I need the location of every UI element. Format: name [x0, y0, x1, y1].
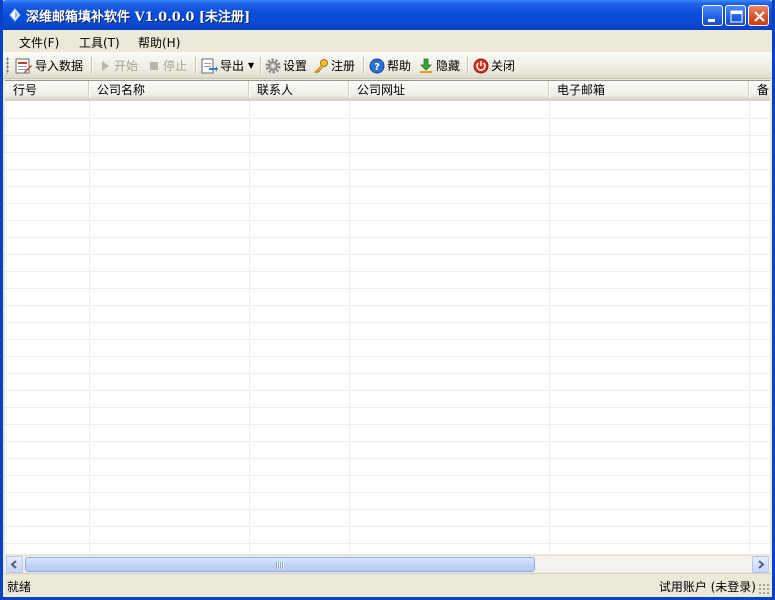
svg-text:?: ?	[374, 62, 380, 73]
menu-help[interactable]: 帮助(H)	[134, 33, 184, 52]
app-icon	[9, 8, 21, 22]
help-label: 帮助	[387, 59, 412, 73]
chevron-left-icon	[10, 560, 17, 569]
data-grid[interactable]: 行号 公司名称 联系人 公司网址 电子邮箱 备注	[5, 80, 770, 554]
menu-bar: 文件(F) 工具(T) 帮助(H)	[3, 30, 772, 52]
start-label: 开始	[114, 59, 139, 73]
minimize-button[interactable]	[702, 5, 723, 26]
toolbar-separator	[467, 57, 469, 74]
resize-grip[interactable]	[758, 583, 770, 595]
key-icon	[314, 58, 328, 74]
column-header-contact[interactable]: 联系人	[249, 81, 350, 101]
column-header-email[interactable]: 电子邮箱	[549, 81, 750, 101]
close-button[interactable]	[748, 5, 769, 26]
maximize-icon	[730, 10, 743, 23]
menu-file[interactable]: 文件(F)	[15, 33, 63, 52]
grid-column-line	[89, 102, 90, 554]
toolbar-separator	[260, 57, 262, 74]
toolbar-separator	[363, 57, 365, 74]
column-header-website[interactable]: 公司网址	[349, 81, 550, 101]
gear-icon	[265, 58, 281, 73]
close-icon	[754, 11, 765, 22]
chevron-right-icon	[758, 560, 765, 569]
help-icon: ?	[369, 58, 385, 73]
stop-icon	[150, 61, 158, 70]
scroll-left-button[interactable]	[6, 556, 23, 573]
hide-button[interactable]: 隐藏	[418, 56, 460, 75]
hide-label: 隐藏	[436, 59, 461, 73]
window-title: 深维邮箱填补软件 V1.0.0.0 [未注册]	[26, 10, 251, 25]
import-label: 导入数据	[35, 59, 84, 73]
toolbar-grip[interactable]	[6, 57, 9, 74]
account-status: 试用账户 (未登录)	[658, 580, 756, 594]
export-dropdown-icon[interactable]: ▼	[248, 61, 254, 70]
status-text: 就绪	[7, 580, 32, 594]
close-app-label: 关闭	[491, 59, 516, 73]
download-icon	[420, 58, 432, 73]
minimize-icon	[708, 19, 715, 22]
start-button[interactable]: 开始	[98, 56, 138, 75]
export-label: 导出	[220, 59, 245, 73]
column-header-row-number[interactable]: 行号	[5, 81, 90, 101]
settings-label: 设置	[283, 59, 308, 73]
status-bar: 就绪 试用账户 (未登录)	[3, 573, 772, 597]
grid-rows[interactable]	[5, 102, 770, 554]
settings-button[interactable]: 设置	[265, 56, 307, 75]
column-header-company-name[interactable]: 公司名称	[89, 81, 250, 101]
toolbar-separator	[195, 57, 197, 74]
toolbar-separator	[91, 57, 93, 74]
help-button[interactable]: ? 帮助	[369, 56, 411, 75]
horizontal-scrollbar[interactable]	[5, 555, 770, 573]
export-button[interactable]: 导出 ▼	[200, 56, 254, 75]
maximize-button[interactable]	[725, 5, 746, 26]
column-header-notes[interactable]: 备注	[749, 81, 770, 101]
menu-tools[interactable]: 工具(T)	[75, 33, 124, 52]
import-icon	[15, 58, 32, 73]
register-button[interactable]: 注册	[313, 56, 355, 75]
toolbar: 导入数据 开始 停止 导出 ▼ 设置 注册 ? 帮助 隐藏 关闭	[3, 52, 772, 79]
thumb-grip	[276, 562, 284, 569]
register-label: 注册	[331, 59, 356, 73]
play-icon	[102, 60, 109, 71]
scroll-right-button[interactable]	[752, 556, 769, 573]
grid-column-line	[549, 102, 550, 554]
scrollbar-thumb[interactable]	[25, 557, 535, 572]
power-icon	[473, 58, 489, 73]
main-window: 深维邮箱填补软件 V1.0.0.0 [未注册] 文件(F) 工具(T) 帮助(H…	[0, 0, 775, 600]
close-app-button[interactable]: 关闭	[473, 56, 515, 75]
grid-header: 行号 公司名称 联系人 公司网址 电子邮箱 备注	[5, 81, 770, 101]
grid-column-line	[349, 102, 350, 554]
stop-button[interactable]: 停止	[147, 56, 187, 75]
export-icon	[201, 58, 218, 73]
grid-column-line	[249, 102, 250, 554]
grid-column-line	[749, 102, 750, 554]
title-bar[interactable]: 深维邮箱填补软件 V1.0.0.0 [未注册]	[3, 0, 772, 30]
import-button[interactable]: 导入数据	[15, 56, 83, 75]
stop-label: 停止	[163, 59, 188, 73]
